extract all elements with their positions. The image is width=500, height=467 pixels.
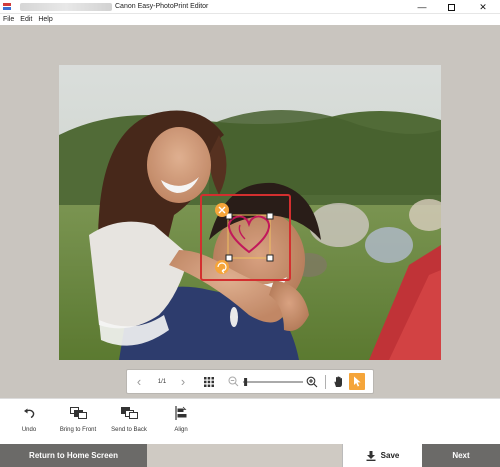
maximize-button[interactable] — [436, 0, 466, 14]
minimize-button[interactable]: — — [407, 0, 437, 14]
zoom-out-button[interactable] — [227, 370, 239, 393]
select-tool-button[interactable] — [349, 373, 365, 390]
minimize-icon: — — [417, 2, 427, 12]
close-icon: ✕ — [479, 1, 487, 12]
zoom-slider-track — [243, 377, 303, 386]
layout-grid-button[interactable] — [203, 370, 215, 393]
maximize-icon — [447, 3, 455, 11]
resize-handle-top-right[interactable] — [266, 212, 274, 220]
view-toolbar: ‹ 1/1 › — [126, 369, 374, 394]
toolbar-divider — [325, 375, 326, 389]
app-icon — [3, 3, 11, 10]
align-button[interactable]: Align — [166, 403, 196, 441]
menu-edit[interactable]: Edit — [20, 14, 32, 25]
zoom-in-button[interactable] — [305, 370, 319, 393]
zoom-slider[interactable] — [241, 370, 305, 393]
window-title: Canon Easy-PhotoPrint Editor — [115, 3, 209, 10]
title-bar: Canon Easy-PhotoPrint Editor — ✕ — [0, 0, 500, 14]
edit-tools-bar: Undo Bring to Front Send to Back Align — [0, 398, 500, 444]
pan-tool-button[interactable] — [331, 370, 345, 393]
send-to-back-icon — [120, 407, 138, 419]
photo-image — [59, 65, 441, 360]
footer-bar: Return to Home Screen Save Next — [0, 444, 500, 467]
align-label: Align — [174, 427, 188, 433]
photo-canvas[interactable] — [59, 65, 441, 360]
resize-handle-bottom-right[interactable] — [266, 254, 274, 262]
bring-to-front-label: Bring to Front — [59, 427, 97, 433]
blurred-file-name — [20, 3, 112, 11]
bring-to-front-button[interactable]: Bring to Front — [55, 403, 101, 441]
menu-help[interactable]: Help — [38, 14, 52, 25]
bring-to-front-icon — [69, 407, 87, 419]
align-icon — [175, 406, 187, 420]
rotate-stamp-button[interactable] — [215, 260, 229, 274]
close-window-button[interactable]: ✕ — [468, 0, 498, 14]
grid-icon — [204, 376, 214, 387]
next-page-button[interactable]: › — [177, 370, 189, 393]
save-label: Save — [380, 451, 400, 460]
previous-page-button[interactable]: ‹ — [133, 370, 145, 393]
send-to-back-label: Send to Back — [111, 427, 147, 433]
zoom-slider-thumb[interactable] — [244, 377, 248, 386]
chevron-left-icon: ‹ — [136, 374, 142, 389]
chevron-right-icon: › — [180, 374, 186, 389]
hand-icon — [333, 375, 342, 387]
menu-file[interactable]: File — [3, 14, 14, 25]
undo-label: Undo — [21, 427, 37, 433]
zoom-out-icon — [228, 376, 238, 387]
page-indicator: 1/1 — [157, 378, 167, 385]
next-button[interactable]: Next — [422, 444, 500, 467]
send-to-back-button[interactable]: Send to Back — [106, 403, 152, 441]
download-icon — [366, 450, 376, 461]
pointer-icon — [353, 376, 361, 387]
menu-bar: File Edit Help — [0, 14, 500, 25]
edit-workspace: ‹ 1/1 › — [0, 25, 500, 398]
resize-handle-bottom-left[interactable] — [225, 254, 233, 262]
save-button[interactable]: Save — [342, 444, 422, 467]
return-home-button[interactable]: Return to Home Screen — [0, 444, 147, 467]
undo-button[interactable]: Undo — [14, 403, 44, 441]
undo-icon — [24, 408, 35, 418]
zoom-in-icon — [306, 376, 318, 387]
delete-stamp-button[interactable] — [215, 203, 229, 217]
